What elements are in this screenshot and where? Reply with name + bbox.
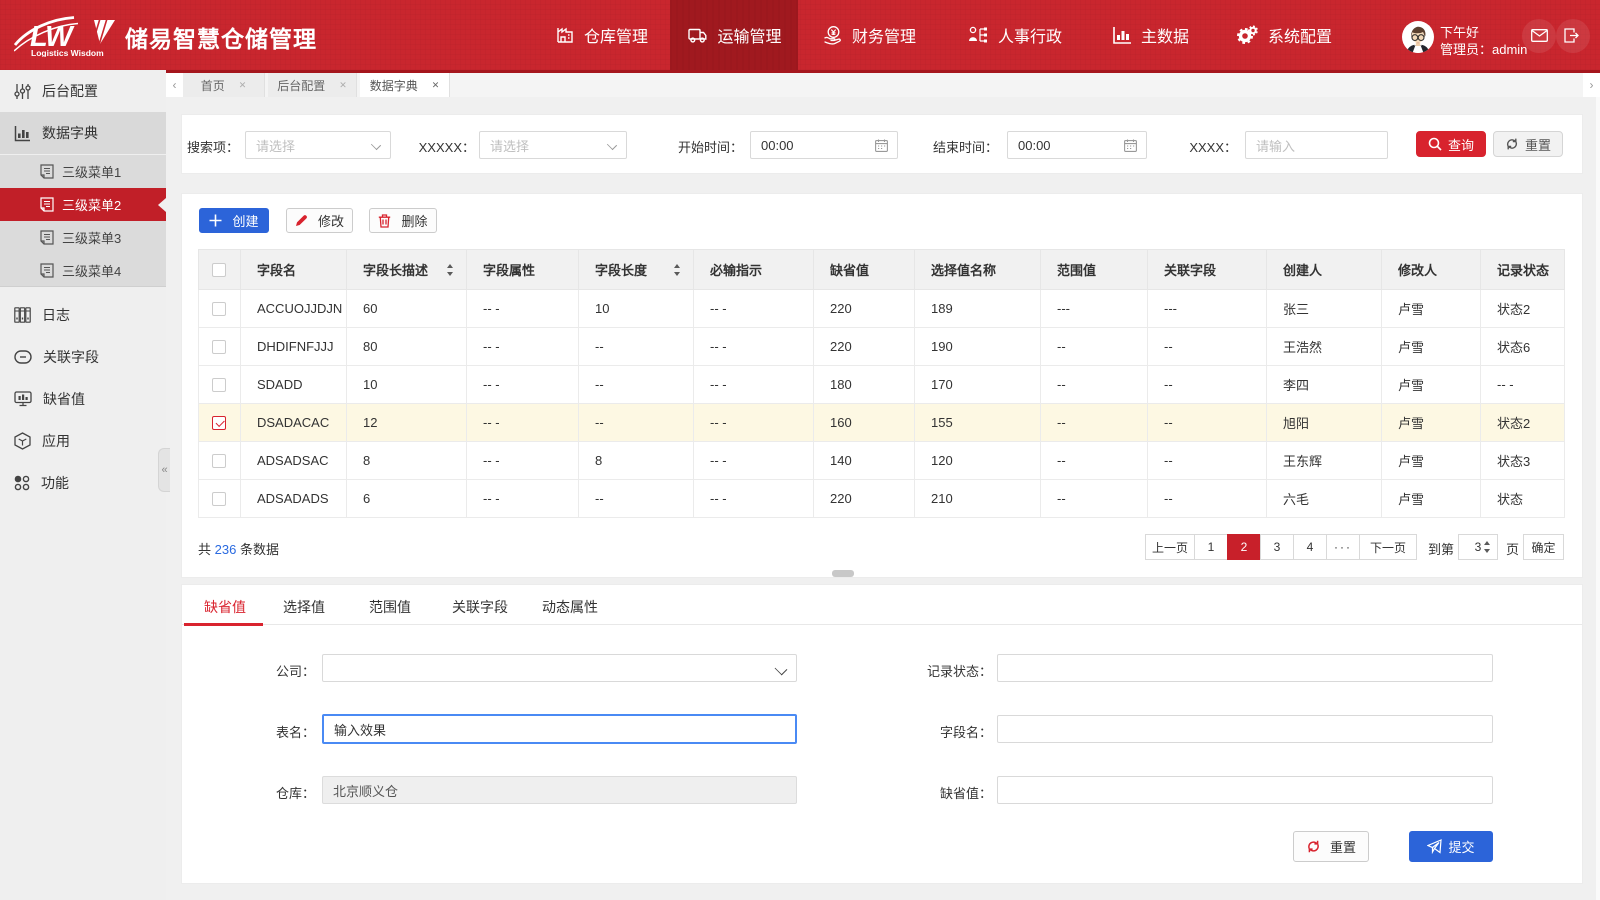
svg-text:Logistics Wisdom: Logistics Wisdom [31,48,104,57]
